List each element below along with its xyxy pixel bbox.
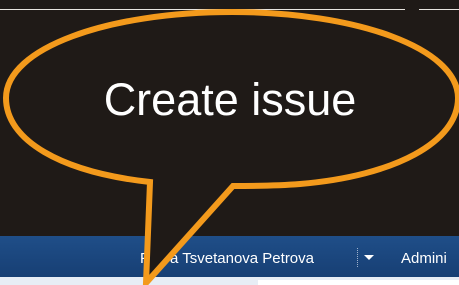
screenshot-stage: Petya Tsvetanova Petrova Admini Create i… <box>0 0 459 285</box>
speech-bubble-callout <box>2 8 459 285</box>
speech-bubble-outline <box>2 8 459 285</box>
callout-label: Create issue <box>103 74 357 125</box>
